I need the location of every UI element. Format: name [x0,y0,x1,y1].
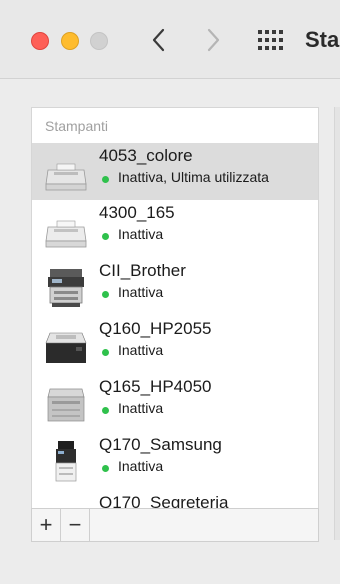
status-idle-icon [102,349,109,356]
printer-name: Q170_Segreteria [99,493,229,509]
printer-name: CII_Brother [99,261,186,280]
close-button[interactable] [31,32,49,50]
zoom-button [90,32,108,50]
window-title: Sta [305,27,340,52]
forward-button[interactable] [201,25,225,55]
printer-list[interactable]: Stampanti 4053_colore Inattiva, Ultima u… [31,107,319,509]
multifunction-printer-icon [48,269,84,307]
laser-printer-icon [45,163,87,191]
status-idle-icon [102,291,109,298]
add-printer-button[interactable]: + [32,509,61,541]
printer-status: Inattiva [118,458,164,474]
printer-item[interactable]: Q170_Segreteria [32,490,318,509]
chevron-right-icon [207,28,220,52]
printer-item[interactable]: Q160_HP2055 Inattiva [32,316,318,373]
printer-list-toolbar: + − [31,508,319,542]
printer-name: 4053_colore [99,146,193,165]
printer-status: Inattiva [118,342,164,358]
printer-name: Q165_HP4050 [99,377,212,396]
chevron-left-icon [152,28,165,52]
printer-status: Inattiva, Ultima utilizzata [118,169,269,185]
printer-item[interactable]: 4300_165 Inattiva [32,200,318,257]
printer-name: 4300_165 [99,203,175,222]
printer-item[interactable]: Q165_HP4050 Inattiva [32,374,318,431]
back-button[interactable] [147,25,171,55]
status-idle-icon [102,407,109,414]
printer-name: Q170_Samsung [99,435,222,454]
printer-item[interactable]: CII_Brother Inattiva [32,258,318,315]
black-laser-printer-icon [45,332,87,363]
printer-status: Inattiva [118,226,164,242]
printers-window: Sta Stampanti 4053_colore Inattiva, Ulti… [0,0,340,584]
grid-icon [258,30,283,50]
tall-printer-icon [55,441,77,482]
printer-list-header: Stampanti [45,118,109,134]
status-idle-icon [102,465,109,472]
printer-item[interactable]: 4053_colore Inattiva, Ultima utilizzata [32,143,318,200]
printer-status: Inattiva [118,284,164,300]
detail-pane-edge [334,107,340,540]
minimize-button[interactable] [61,32,79,50]
printer-name: Q160_HP2055 [99,319,212,338]
office-printer-icon [47,388,85,422]
status-idle-icon [102,233,109,240]
status-idle-icon [102,176,109,183]
laser-printer-icon [45,220,87,248]
remove-printer-button[interactable]: − [61,509,90,541]
printer-status: Inattiva [118,400,164,416]
show-all-button[interactable] [257,28,285,52]
printer-item[interactable]: Q170_Samsung Inattiva [32,432,318,489]
title-bar: Sta [0,0,340,79]
